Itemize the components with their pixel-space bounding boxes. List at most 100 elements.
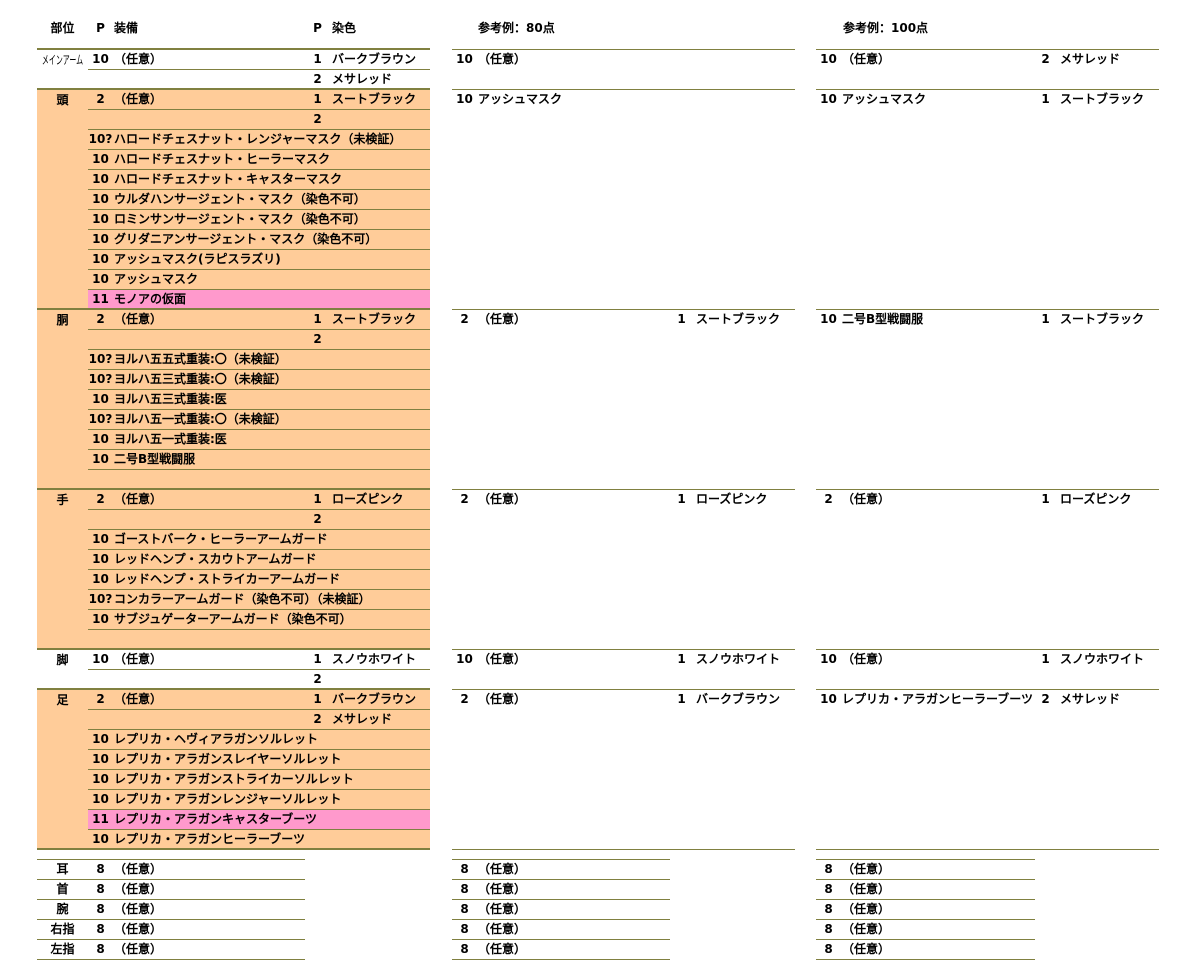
equip-p-value: 10 — [820, 692, 837, 706]
part-name: 手 — [56, 493, 69, 507]
gear-option-row: 10 レッドヘンプ・ストライカーアームガード — [88, 570, 430, 590]
part-name: 右指 — [50, 922, 75, 936]
gear-option-row: 10 （任意） 1 スノウホワイト — [88, 650, 430, 670]
dye-name: スノウホワイト — [1060, 652, 1145, 666]
gear-option-row: 10 レプリカ・アラガンスレイヤーソルレット — [88, 750, 430, 770]
equipment-name: アッシュマスク — [842, 92, 927, 106]
equipment-name: アッシュマスク(ラピスラズリ) — [114, 252, 281, 266]
equip-p-value: 10 — [92, 52, 109, 66]
equip-p-value: 10 — [92, 572, 109, 586]
gear-section: 脚 10 （任意） 1 スノウホワイト 2 — [37, 650, 430, 690]
header-dye-p: P — [313, 21, 322, 35]
equip-p-value: 8 — [96, 942, 105, 956]
equipment-name: 二号B型戦闘服 — [842, 312, 924, 326]
dye-name: スノウホワイト — [696, 652, 781, 666]
dye-name: スートブラック — [696, 312, 781, 326]
gear-option-row: 10 アッシュマスク(ラピスラズリ) — [88, 250, 430, 270]
gear-option-row: 2 （任意） 1 ローズピンク — [88, 490, 430, 510]
dye-name: メサレッド — [332, 712, 393, 726]
equip-p-value: 8 — [824, 942, 833, 956]
part-label: 頭 — [37, 90, 88, 109]
equip-p-value: 10 — [820, 92, 837, 106]
equipment-name: （任意） — [478, 692, 527, 706]
equipment-name: （任意） — [114, 52, 163, 66]
dye-p-value: 1 — [1041, 312, 1050, 326]
equipment-name: レプリカ・アラガンヒーラーブーツ — [842, 692, 1034, 706]
ref100-gear-section: 2 （任意） 1 ローズピンク — [816, 490, 1159, 650]
equip-p-value: 8 — [96, 882, 105, 896]
part-label: 足 — [37, 690, 88, 709]
dye-p-value: 2 — [1041, 52, 1050, 66]
equip-p-value: 10 — [820, 52, 837, 66]
ref80-accessory-row: 8 （任意） — [452, 860, 670, 880]
part-name: 頭 — [56, 93, 69, 107]
equipment-name: 二号B型戦闘服 — [114, 452, 196, 466]
gear-option-row: 10? ヨルハ五五式重装:〇（未検証） — [88, 350, 430, 370]
gear-option-row: 10 ハロードチェスナット・ヒーラーマスク — [88, 150, 430, 170]
ref100-accessory-row: 8 （任意） — [816, 920, 1035, 940]
equip-p-value: 8 — [460, 902, 469, 916]
ref80-gear-row: 10 （任意） — [452, 50, 795, 69]
dye-name: バークブラウン — [332, 692, 417, 706]
equip-p-value: 8 — [824, 862, 833, 876]
equipment-name: （任意） — [114, 902, 163, 916]
ref80-gear-section: 2 （任意） 1 ローズピンク — [452, 490, 795, 650]
part-name: 腕 — [56, 902, 69, 916]
part-name: メインアーム — [41, 53, 84, 67]
gear-option-row: 2 （任意） 1 スートブラック — [88, 90, 430, 110]
equipment-name: （任意） — [478, 312, 527, 326]
equip-p-value: 10 — [92, 832, 109, 846]
accessory-row: 耳 8 （任意） — [37, 860, 305, 880]
equip-p-value: 10 — [92, 612, 109, 626]
ref100-accessory-row: 8 （任意） — [816, 860, 1035, 880]
equipment-name: レプリカ・アラガンレンジャーソルレット — [114, 792, 342, 806]
part-label: 手 — [37, 490, 88, 509]
reference-100-gear-table: 10 （任意） 2 メサレッド 10 アッシュマスク 1 スートブラック 10 二号B型戦闘服 1 ス… — [816, 49, 1159, 850]
equip-p-value: 8 — [96, 922, 105, 936]
ref100-gear-row: 10 （任意） 2 メサレッド — [816, 50, 1159, 69]
ref80-gear-row: 2 （任意） 1 ローズピンク — [452, 490, 795, 509]
equip-p-value: 10 — [92, 232, 109, 246]
equip-p-value: 10 — [456, 652, 473, 666]
header-equip-p: P — [96, 21, 105, 35]
gear-option-row: 10 ゴーストバーク・ヒーラーアームガード — [88, 530, 430, 550]
dye-p-value: 1 — [313, 52, 322, 66]
gear-option-row: 2 — [88, 110, 430, 130]
equipment-name: レッドヘンプ・ストライカーアームガード — [114, 572, 341, 586]
equip-p-value: 2 — [460, 312, 469, 326]
gear-option-list: 2 （任意） 1 ローズピンク 2 10 ゴーストバーク・ヒーラーアームガード 10 レッドヘン… — [88, 490, 430, 650]
equipment-name: （任意） — [114, 312, 163, 326]
ref80-accessory-row: 8 （任意） — [452, 880, 670, 900]
gear-section: 胴 2 （任意） 1 スートブラック 2 10? ヨルハ五五式重装:〇（未検証） 10? ヨルハ五… — [37, 310, 430, 490]
equipment-name: レプリカ・アラガンスレイヤーソルレット — [114, 752, 342, 766]
equip-p-value: 8 — [824, 882, 833, 896]
dye-p-value: 2 — [313, 332, 322, 346]
equipment-name: レプリカ・アラガンヒーラーブーツ — [114, 832, 306, 846]
equipment-name: （任意） — [114, 492, 163, 506]
dye-name: メサレッド — [1060, 692, 1121, 706]
accessory-row: 右指 8 （任意） — [37, 920, 305, 940]
equipment-name: レッドヘンプ・スカウトアームガード — [114, 552, 317, 566]
equip-p-value: 10? — [88, 352, 113, 366]
dye-name: スートブラック — [1060, 312, 1145, 326]
equipment-name: ゴーストバーク・ヒーラーアームガード — [114, 532, 328, 546]
equipment-name: レプリカ・ヘヴィアラガンソルレット — [114, 732, 319, 746]
equipment-name: ウルダハンサージェント・マスク（染色不可） — [114, 192, 366, 206]
equip-p-value: 2 — [96, 692, 105, 706]
part-label: 右指 — [37, 920, 88, 939]
equipment-name: （任意） — [478, 922, 527, 936]
accessory-row: 腕 8 （任意） — [37, 900, 305, 920]
equipment-name: （任意） — [478, 52, 527, 66]
equip-p-value: 10 — [820, 652, 837, 666]
equipment-name: コンカラーアームガード（染色不可）（未検証） — [114, 592, 371, 606]
dye-p-value: 1 — [677, 692, 686, 706]
equip-p-value: 10 — [456, 92, 473, 106]
reference-80-gear-table: 10 （任意） 10 アッシュマスク 2 （任意） 1 スートブラック 2 （任意） 1 ローズピンク… — [452, 49, 795, 850]
gear-section: 足 2 （任意） 1 バークブラウン 2 メサレッド 10 レプリカ・ヘヴィアラガンソルレット 1… — [37, 690, 430, 850]
ref80-gear-row: 10 アッシュマスク — [452, 90, 795, 109]
equipment-name: （任意） — [114, 652, 163, 666]
equip-p-value: 10 — [92, 272, 109, 286]
equip-p-value: 8 — [460, 862, 469, 876]
gear-option-row — [88, 630, 430, 650]
header-reference-100: 参考例：100点 — [843, 21, 929, 35]
